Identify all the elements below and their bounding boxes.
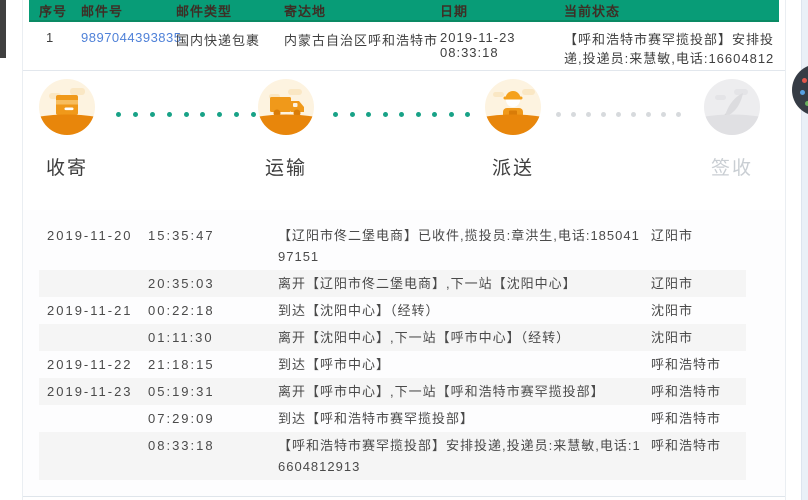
event-row: 01:11:30 离开【沈阳中心】,下一站【呼市中心】（经转） 沈阳市 xyxy=(39,324,746,351)
event-description: 离开【呼市中心】,下一站【呼和浩特市赛罕揽投部】 xyxy=(278,384,605,399)
step-transport: 运输 xyxy=(258,79,348,179)
column-header-mail-no: 邮件号 xyxy=(81,3,124,19)
event-time: 20:35:03 xyxy=(148,276,215,291)
event-description: 【呼和浩特市赛罕揽投部】安排投递,投递员:来慧敏,电话:16604812913 xyxy=(278,438,641,474)
event-row: 2019-11-22 21:18:15 到达【呼市中心】 呼和浩特市 xyxy=(39,351,746,378)
event-row: 20:35:03 离开【辽阳市佟二堡电商】,下一站【沈阳中心】 辽阳市 xyxy=(39,270,746,297)
step-collected: 收寄 xyxy=(39,79,129,179)
event-time: 08:33:18 xyxy=(148,438,215,453)
summary-table-header: 序号 邮件号 邮件类型 寄达地 日期 当前状态 xyxy=(29,0,779,22)
truck-icon xyxy=(258,79,314,135)
floating-widget-button[interactable] xyxy=(792,64,808,116)
event-location: 沈阳市 xyxy=(651,330,694,345)
event-time: 07:29:09 xyxy=(148,411,215,426)
event-description: 【辽阳市佟二堡电商】已收件,揽投员:章洪生,电话:18504197151 xyxy=(278,228,640,264)
step-label-collected: 收寄 xyxy=(46,158,89,179)
column-header-mail-type: 邮件类型 xyxy=(176,3,233,19)
window-edge xyxy=(0,0,6,58)
progress-dots-done xyxy=(116,112,256,117)
event-location: 呼和浩特市 xyxy=(651,438,722,453)
event-row: 2019-11-23 05:19:31 离开【呼市中心】,下一站【呼和浩特市赛罕… xyxy=(39,378,746,405)
parcel-icon xyxy=(39,79,95,135)
progress-dots-pending xyxy=(556,112,681,117)
tracking-events-list: 2019-11-20 15:35:47 【辽阳市佟二堡电商】已收件,揽投员:章洪… xyxy=(23,210,785,497)
widget-dot-blue xyxy=(800,90,805,95)
mail-number-link[interactable]: 9897044393835 xyxy=(81,30,182,45)
event-description: 离开【辽阳市佟二堡电商】,下一站【沈阳中心】 xyxy=(278,276,577,291)
event-row: 2019-11-21 00:22:18 到达【沈阳中心】（经转） 沈阳市 xyxy=(39,297,746,324)
column-header-status: 当前状态 xyxy=(564,3,621,19)
event-time: 00:22:18 xyxy=(148,303,215,318)
tracking-page: 序号 邮件号 邮件类型 寄达地 日期 当前状态 1 9897044393835 … xyxy=(22,0,786,500)
event-date: 2019-11-20 xyxy=(47,228,133,243)
event-row: 2019-11-20 15:35:47 【辽阳市佟二堡电商】已收件,揽投员:章洪… xyxy=(39,222,746,270)
event-date: 2019-11-22 xyxy=(47,357,133,372)
event-description: 到达【呼和浩特市赛罕揽投部】 xyxy=(278,411,475,426)
step-label-transport: 运输 xyxy=(265,158,308,179)
step-signed: 签收 xyxy=(704,79,794,179)
step-label-signed: 签收 xyxy=(711,158,754,179)
progress-dots-done xyxy=(333,112,470,117)
event-description: 到达【沈阳中心】（经转） xyxy=(278,303,440,318)
event-time: 01:11:30 xyxy=(148,330,214,345)
event-location: 呼和浩特市 xyxy=(651,411,722,426)
event-location: 辽阳市 xyxy=(651,276,694,291)
progress-tracker: 收寄 运输 派送 签收 xyxy=(23,70,785,193)
event-time: 05:19:31 xyxy=(148,384,215,399)
event-row: 08:33:18 【呼和浩特市赛罕揽投部】安排投递,投递员:来慧敏,电话:166… xyxy=(39,432,746,480)
step-delivery: 派送 xyxy=(485,79,575,179)
event-date: 2019-11-23 xyxy=(47,384,133,399)
event-time: 15:35:47 xyxy=(148,228,215,243)
event-description: 离开【沈阳中心】,下一站【呼市中心】（经转） xyxy=(278,330,571,345)
event-location: 沈阳市 xyxy=(651,303,694,318)
event-location: 呼和浩特市 xyxy=(651,384,722,399)
signature-icon xyxy=(704,79,760,135)
step-label-delivery: 派送 xyxy=(492,158,535,179)
column-header-destination: 寄达地 xyxy=(284,3,327,19)
event-date: 2019-11-21 xyxy=(47,303,133,318)
event-location: 呼和浩特市 xyxy=(651,357,722,372)
event-location: 辽阳市 xyxy=(651,228,694,243)
column-header-date: 日期 xyxy=(440,3,469,19)
courier-icon xyxy=(485,79,541,135)
widget-dot-red xyxy=(802,78,807,83)
event-row: 07:29:09 到达【呼和浩特市赛罕揽投部】 呼和浩特市 xyxy=(39,405,746,432)
event-description: 到达【呼市中心】 xyxy=(278,357,391,372)
column-header-index: 序号 xyxy=(39,3,68,19)
event-time: 21:18:15 xyxy=(148,357,215,372)
